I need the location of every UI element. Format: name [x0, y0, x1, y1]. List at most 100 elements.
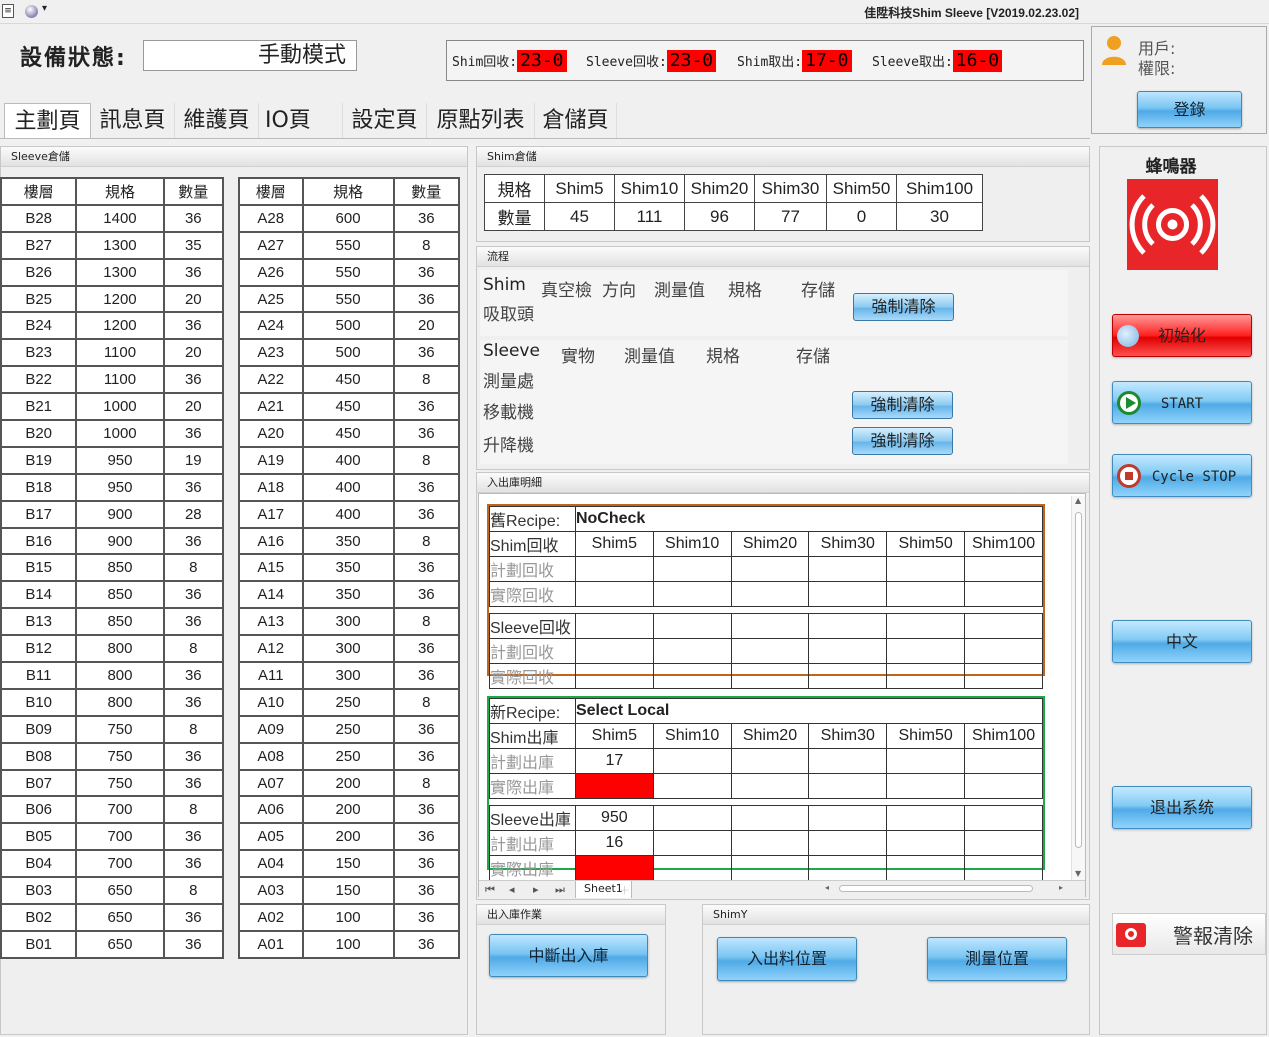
tab-storage[interactable]: 倉儲頁 — [535, 103, 617, 139]
cycle-stop-button[interactable]: Cycle STOP — [1112, 454, 1252, 497]
tab-messages[interactable]: 訊息頁 — [91, 103, 175, 139]
cell[interactable] — [574, 638, 654, 664]
cell[interactable] — [652, 855, 732, 881]
qty-cell: 36 — [392, 553, 461, 583]
scroll-left-icon[interactable]: ◂ — [825, 883, 829, 892]
cell[interactable] — [730, 663, 810, 689]
start-button[interactable]: START — [1112, 381, 1252, 424]
force-clear-button[interactable]: 強制清除 — [852, 427, 953, 455]
cell[interactable] — [808, 556, 888, 582]
cell[interactable] — [886, 638, 966, 664]
cell[interactable] — [652, 805, 732, 831]
measure-position-button[interactable]: 測量位置 — [927, 937, 1067, 981]
table-row: B15 850 8 — [0, 553, 225, 583]
cell[interactable] — [964, 748, 1043, 774]
cell[interactable] — [652, 556, 732, 582]
cell[interactable] — [652, 773, 732, 799]
qty-cell: 36 — [392, 849, 461, 879]
exit-system-button[interactable]: 退出系统 — [1112, 786, 1252, 829]
cell[interactable] — [808, 613, 888, 639]
cell[interactable] — [574, 581, 654, 607]
cell[interactable] — [964, 805, 1043, 831]
tab-main[interactable]: 主劃頁 — [4, 103, 91, 139]
cell[interactable] — [574, 613, 654, 639]
cell[interactable] — [808, 663, 888, 689]
cell[interactable] — [730, 773, 810, 799]
cell[interactable] — [574, 663, 654, 689]
cell[interactable] — [808, 581, 888, 607]
tab-maintenance[interactable]: 維護頁 — [175, 103, 259, 139]
planned-shim5-cell[interactable]: 17 — [574, 748, 654, 774]
cell[interactable] — [730, 556, 810, 582]
scrollbar-thumb[interactable] — [1075, 512, 1082, 848]
cell[interactable] — [730, 855, 810, 881]
cell[interactable] — [730, 638, 810, 664]
stop-inout-button[interactable]: 中斷出入庫 — [489, 934, 648, 977]
load-position-button[interactable]: 入出料位置 — [717, 937, 857, 981]
scroll-up-icon[interactable]: ▲ — [1075, 496, 1081, 505]
alarm-clear-button[interactable]: 警報清除 — [1112, 913, 1266, 955]
cell[interactable] — [808, 638, 888, 664]
cell[interactable] — [886, 581, 966, 607]
sleeve-spec-cell[interactable]: 950 — [574, 805, 654, 831]
sheet-first-icon[interactable]: ⏮ — [485, 883, 495, 897]
app-icon[interactable]: ≡ — [2, 4, 14, 18]
buzzer-indicator[interactable] — [1127, 179, 1218, 270]
tab-io[interactable]: IO頁 — [259, 103, 343, 139]
language-button[interactable]: 中文 — [1112, 620, 1252, 663]
cell[interactable] — [652, 663, 732, 689]
tab-origin-list[interactable]: 原點列表 — [427, 103, 535, 139]
cell[interactable] — [652, 830, 732, 856]
cell[interactable] — [730, 805, 810, 831]
login-button[interactable]: 登錄 — [1137, 91, 1242, 128]
cell[interactable] — [574, 556, 654, 582]
actual-shim5-cell[interactable] — [574, 773, 654, 799]
floor-cell: A19 — [238, 445, 304, 475]
cell[interactable] — [730, 581, 810, 607]
vertical-scrollbar[interactable]: ▲ ▼ — [1071, 496, 1085, 880]
cell[interactable] — [652, 613, 732, 639]
actual-sleeve-cell[interactable] — [574, 855, 654, 881]
force-clear-button[interactable]: 強制清除 — [853, 293, 954, 321]
cell[interactable] — [808, 773, 888, 799]
horizontal-scrollbar-thumb[interactable] — [839, 885, 1033, 892]
planned-sleeve-cell[interactable]: 16 — [574, 830, 654, 856]
cell[interactable] — [964, 830, 1043, 856]
cell[interactable] — [652, 638, 732, 664]
cell[interactable] — [964, 773, 1043, 799]
cell[interactable] — [886, 748, 966, 774]
cell[interactable] — [964, 638, 1043, 664]
cell[interactable] — [730, 613, 810, 639]
cell[interactable] — [808, 805, 888, 831]
cell[interactable] — [808, 830, 888, 856]
theme-orb-icon[interactable] — [25, 5, 38, 18]
cell[interactable] — [652, 748, 732, 774]
cell[interactable] — [886, 773, 966, 799]
cell[interactable] — [886, 613, 966, 639]
cell[interactable] — [964, 855, 1043, 881]
cell[interactable] — [886, 556, 966, 582]
cell[interactable] — [886, 663, 966, 689]
cell[interactable] — [886, 855, 966, 881]
chevron-down-icon[interactable]: ▾ — [42, 3, 47, 14]
force-clear-button[interactable]: 強制清除 — [852, 391, 953, 419]
scroll-down-icon[interactable]: ▼ — [1075, 869, 1081, 878]
cell[interactable] — [808, 855, 888, 881]
cell[interactable] — [964, 613, 1043, 639]
cell[interactable] — [886, 830, 966, 856]
add-sheet-icon[interactable]: ＋ — [619, 882, 630, 898]
cell[interactable] — [964, 581, 1043, 607]
cell[interactable] — [964, 556, 1043, 582]
cell[interactable] — [730, 748, 810, 774]
cell[interactable] — [886, 805, 966, 831]
scroll-right-icon[interactable]: ▸ — [1059, 883, 1063, 892]
sheet-last-icon[interactable]: ⏭ — [555, 883, 565, 897]
sheet-prev-icon[interactable]: ◂ — [509, 883, 515, 896]
cell[interactable] — [808, 748, 888, 774]
cell[interactable] — [652, 581, 732, 607]
tab-settings[interactable]: 設定頁 — [343, 103, 427, 139]
sheet-next-icon[interactable]: ▸ — [533, 883, 539, 896]
initialize-button[interactable]: 初始化 — [1112, 314, 1252, 357]
cell[interactable] — [964, 663, 1043, 689]
cell[interactable] — [730, 830, 810, 856]
